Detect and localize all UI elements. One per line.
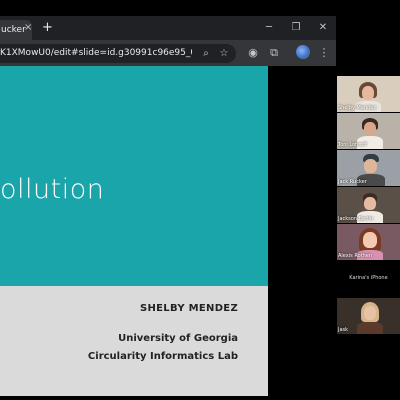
participant-name: Jask [338,327,349,333]
tab-close-icon[interactable]: × [24,20,34,36]
extension-icon[interactable]: ◉ [245,45,261,61]
url-text[interactable]: K1XMowU0/edit#slide=id.g30991c96e95_0_46… [0,44,192,63]
tab-strip: ucker × + ─ ❐ ✕ [0,16,336,40]
slide-title: ollution [0,174,105,205]
screen: ucker × + ─ ❐ ✕ K1XMowU0/edit#slide=id.g… [0,0,400,400]
close-window-button[interactable]: ✕ [316,20,330,36]
puzzle-icon[interactable]: ⧉ [266,45,282,61]
participant-tile[interactable]: Toni Lohroff [337,113,400,149]
lab-name: Circularity Informatics Lab [87,351,238,362]
participant-tile-no-video[interactable]: Karina's iPhone [337,271,400,285]
participant-name: Shelby Mendez [338,105,376,111]
restore-button[interactable]: ❐ [289,20,303,36]
participant-name: Toni Lohroff [338,142,367,148]
participant-tile[interactable]: Alexis Rothen [337,224,400,260]
star-icon[interactable]: ☆ [217,46,231,61]
minimize-button[interactable]: ─ [262,20,276,36]
new-tab-button[interactable]: + [42,20,54,36]
presenter-name: SHELBY MENDEZ [139,303,238,314]
browser-toolbar: K1XMowU0/edit#slide=id.g30991c96e95_0_46… [0,40,336,66]
participant-name: Alexis Rothen [338,253,373,259]
participant-name: Jack Rucker [338,179,367,185]
organization-name: University of Georgia [118,333,238,344]
kebab-menu-icon[interactable]: ⋮ [316,45,332,61]
participant-name: Jackson Berlin [338,216,374,222]
address-bar[interactable]: K1XMowU0/edit#slide=id.g30991c96e95_0_46… [0,44,236,63]
participant-tile[interactable]: Jackson Berlin [337,187,400,223]
participant-tile[interactable]: Jask [337,298,400,334]
tab-title: ucker [1,25,26,35]
search-icon[interactable]: ⌕ [199,46,213,61]
browser-window: ucker × + ─ ❐ ✕ K1XMowU0/edit#slide=id.g… [0,16,336,66]
participant-tile[interactable]: Shelby Mendez [337,76,400,112]
avatar[interactable] [296,45,310,59]
participant-tile[interactable]: Jack Rucker [337,150,400,186]
